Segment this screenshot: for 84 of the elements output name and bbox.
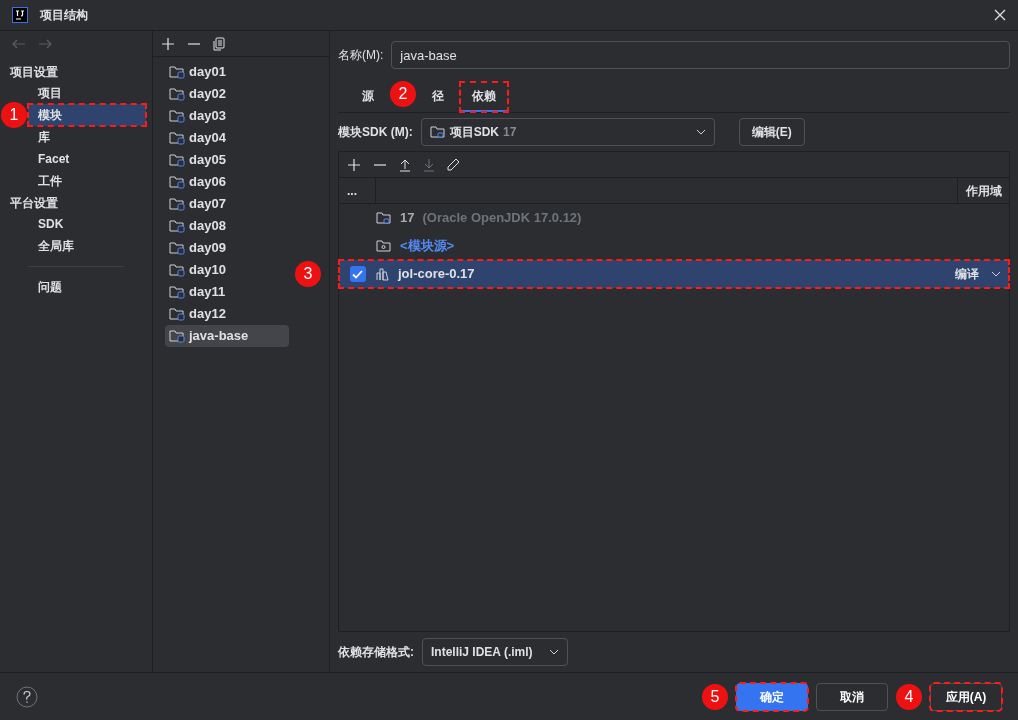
module-item[interactable]: day07 bbox=[165, 193, 289, 215]
tab[interactable]: 源 bbox=[350, 82, 386, 112]
module-folder-icon bbox=[169, 241, 185, 255]
dialog-button[interactable]: 应用(A) bbox=[930, 682, 1002, 711]
nav-item[interactable]: 库 bbox=[28, 126, 146, 148]
tab[interactable]: 径 bbox=[420, 82, 456, 112]
edit-button[interactable]: 编辑(E) bbox=[738, 118, 805, 146]
help-icon[interactable] bbox=[16, 685, 38, 708]
add-icon[interactable] bbox=[161, 36, 175, 51]
module-folder-icon bbox=[169, 65, 185, 79]
dependency-row[interactable]: <模块源> bbox=[339, 232, 1009, 260]
nav-item[interactable]: 全局库 bbox=[28, 235, 146, 257]
module-item[interactable]: day04 bbox=[165, 127, 289, 149]
annotation-marker: 3 bbox=[295, 261, 321, 287]
storage-format-label: 依赖存储格式: bbox=[338, 644, 414, 661]
folder-cup-icon bbox=[429, 125, 446, 139]
module-folder-icon bbox=[169, 153, 185, 167]
annotation-marker: 5 bbox=[702, 683, 728, 710]
chevron-down-icon bbox=[695, 129, 706, 135]
nav-section-title: 项目设置 bbox=[9, 63, 59, 81]
module-folder-icon bbox=[169, 175, 185, 189]
edit-pencil-icon[interactable] bbox=[447, 158, 460, 171]
module-item[interactable]: day01 bbox=[165, 61, 289, 83]
library-icon bbox=[376, 267, 390, 281]
module-item[interactable]: day10 bbox=[165, 259, 289, 281]
move-up-icon[interactable] bbox=[399, 157, 411, 172]
module-folder-icon bbox=[169, 263, 185, 277]
app-logo-icon bbox=[12, 7, 28, 23]
dependency-detail: (Oracle OpenJDK 17.0.12) bbox=[422, 209, 582, 228]
source-folder-icon bbox=[376, 239, 392, 253]
dialog-button[interactable]: 取消 bbox=[816, 682, 888, 711]
storage-format-dropdown[interactable]: IntelliJ IDEA (.iml) bbox=[422, 638, 568, 666]
scope-dropdown[interactable]: 编译 bbox=[955, 265, 1009, 283]
module-item[interactable]: day05 bbox=[165, 149, 289, 171]
tab[interactable]: 依赖 bbox=[460, 82, 508, 112]
module-item[interactable]: day03 bbox=[165, 105, 289, 127]
annotation-marker: 2 bbox=[390, 80, 416, 107]
dependency-name: 17 bbox=[400, 209, 415, 228]
move-down-icon[interactable] bbox=[423, 157, 435, 172]
sdk-dropdown[interactable]: 项目SDK 17 bbox=[420, 118, 715, 146]
folder-cup-icon bbox=[376, 211, 392, 225]
add-icon[interactable] bbox=[347, 157, 361, 172]
module-folder-icon bbox=[169, 219, 185, 233]
module-item[interactable]: day02 bbox=[165, 83, 289, 105]
module-folder-icon bbox=[169, 87, 185, 101]
chevron-down-icon bbox=[991, 271, 1001, 277]
name-input-field[interactable]: java-base bbox=[391, 41, 1010, 69]
module-item[interactable]: day11 bbox=[165, 281, 289, 303]
nav-item[interactable]: 问题 bbox=[28, 276, 146, 298]
module-item[interactable]: day12 bbox=[165, 303, 289, 325]
nav-item[interactable]: 工件 bbox=[28, 170, 146, 192]
window-title: 项目结构 bbox=[40, 7, 89, 24]
annotation-marker: 1 bbox=[1, 102, 27, 128]
checkbox[interactable] bbox=[349, 266, 366, 282]
column-header: ... bbox=[339, 178, 376, 203]
dependency-name: <模块源> bbox=[400, 237, 455, 256]
storage-format-value: IntelliJ IDEA (.iml) bbox=[431, 644, 533, 661]
nav-item[interactable]: 项目 bbox=[28, 82, 146, 104]
name-label: 名称(M): bbox=[338, 47, 384, 64]
close-icon[interactable] bbox=[994, 9, 1006, 21]
module-item[interactable]: day06 bbox=[165, 171, 289, 193]
nav-section-title: 平台设置 bbox=[9, 194, 59, 212]
sdk-value: 项目SDK bbox=[449, 124, 499, 141]
ok-button[interactable]: 确定 bbox=[736, 682, 808, 711]
dependency-name: jol-core-0.17 bbox=[398, 265, 475, 284]
module-item[interactable]: day08 bbox=[165, 215, 289, 237]
module-folder-icon bbox=[169, 329, 185, 343]
module-folder-icon bbox=[169, 285, 185, 299]
copy-icon[interactable] bbox=[213, 36, 225, 51]
scope-column-header[interactable]: 作用域 bbox=[957, 178, 1009, 203]
dependency-row[interactable]: 17 (Oracle OpenJDK 17.0.12) bbox=[339, 204, 1009, 232]
module-item[interactable]: day09 bbox=[165, 237, 289, 259]
module-folder-icon bbox=[169, 197, 185, 211]
nav-item[interactable]: 模块 bbox=[28, 104, 146, 126]
module-sdk-label: 模块SDK (M): bbox=[338, 124, 413, 141]
module-item[interactable]: java-base bbox=[165, 325, 289, 347]
chevron-down-icon bbox=[548, 649, 559, 655]
nav-item[interactable]: SDK bbox=[28, 213, 146, 235]
module-folder-icon bbox=[169, 109, 185, 123]
module-folder-icon bbox=[169, 307, 185, 321]
module-folder-icon bbox=[169, 131, 185, 145]
annotation-marker: 4 bbox=[896, 683, 922, 710]
nav-item[interactable]: Facet bbox=[28, 148, 146, 170]
sdk-version: 17 bbox=[503, 124, 518, 141]
